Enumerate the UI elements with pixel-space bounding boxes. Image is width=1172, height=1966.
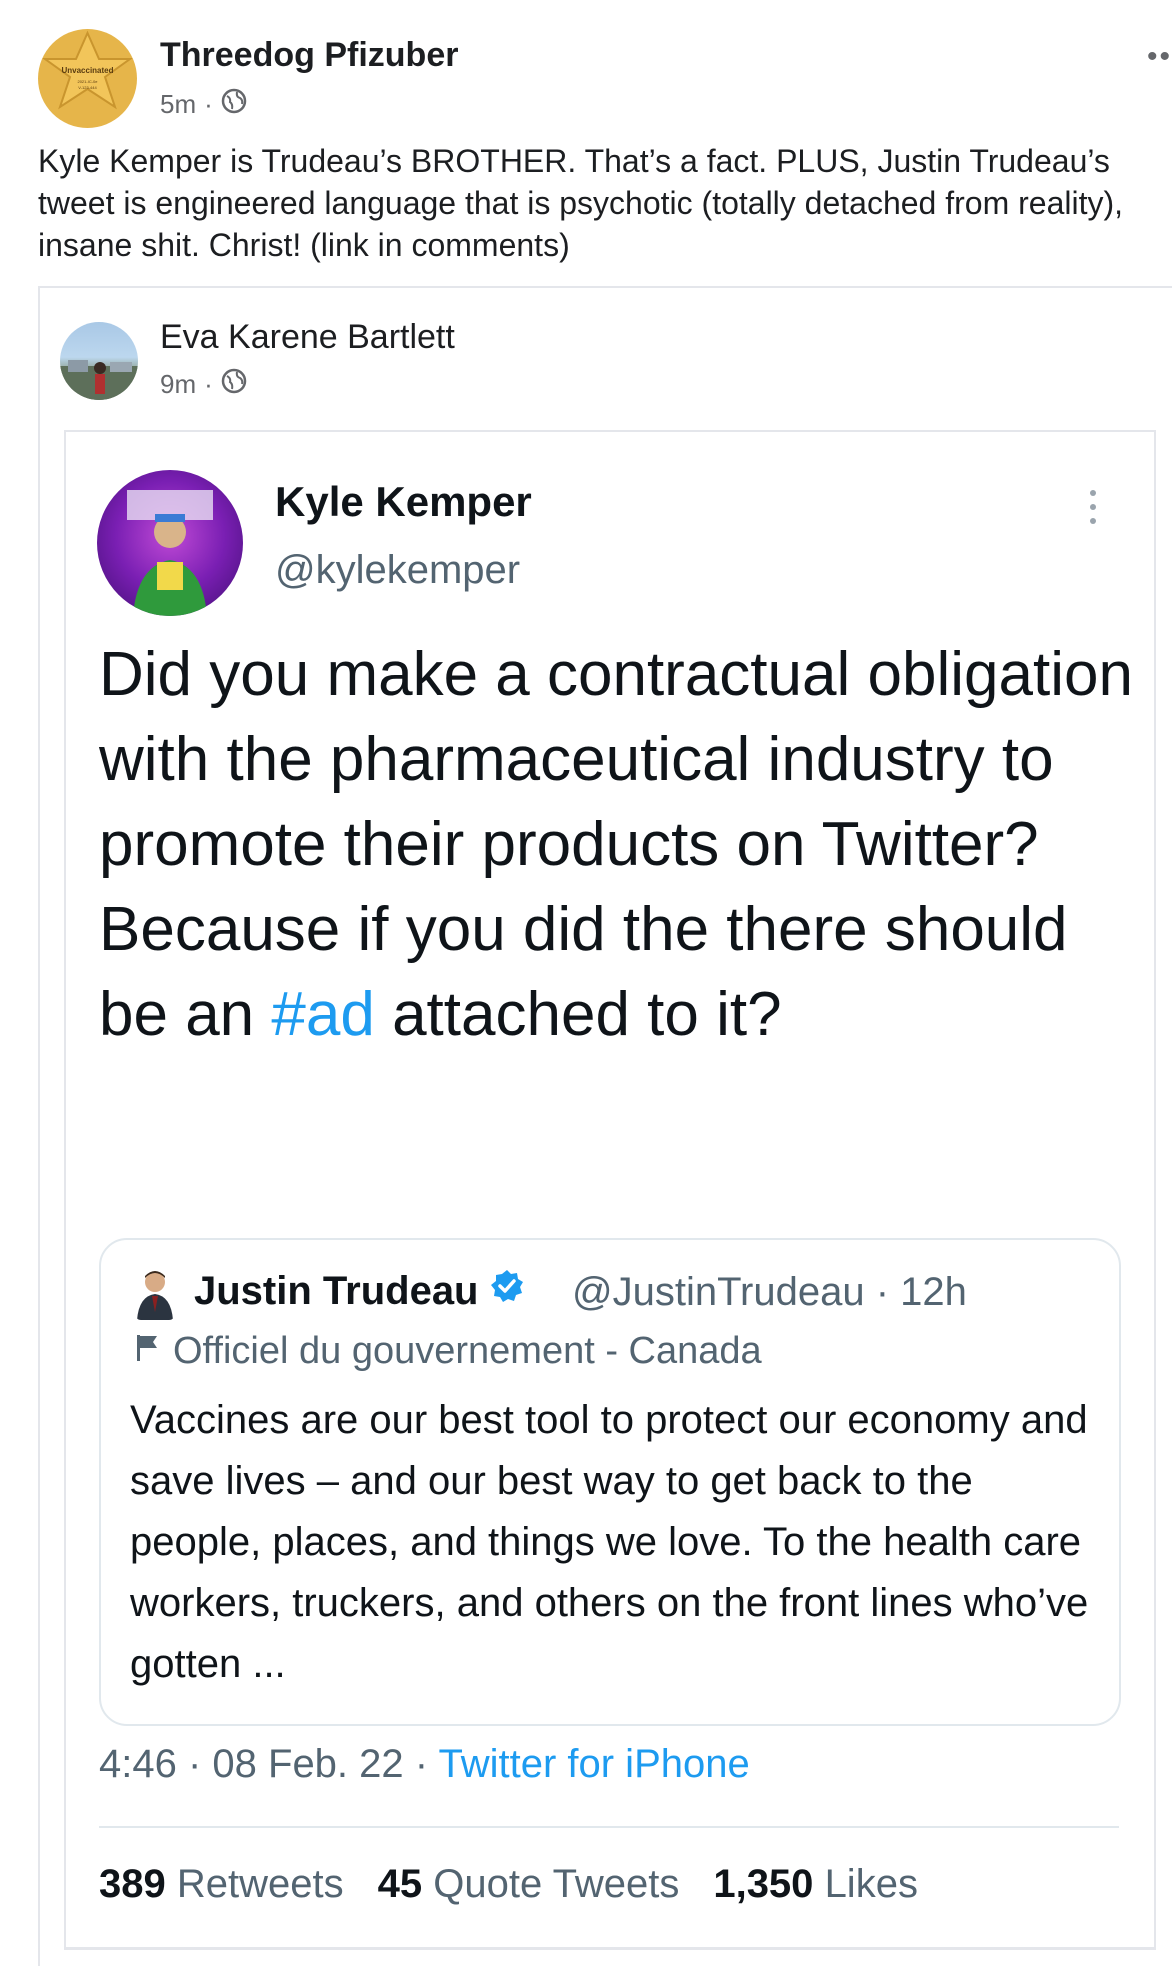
poster-name[interactable]: Threedog Pfizuber — [160, 36, 458, 75]
tweet-body-text-end: attached to it? — [374, 980, 782, 1049]
shared-post-time[interactable]: 9m — [160, 369, 196, 400]
government-label: Officiel du gouvernement - Canada — [135, 1330, 762, 1373]
sharer-name[interactable]: Eva Karene Bartlett — [160, 318, 455, 357]
retweet-count: 389 — [99, 1862, 166, 1906]
tweet-timestamp: 4:46 · 08 Feb. 22 · Twitter for iPhone — [99, 1742, 750, 1787]
facebook-post: Unvaccinated 2021-IC-0e V-123-444 Threed… — [0, 0, 1172, 1966]
retweet-label: Retweets — [176, 1862, 344, 1906]
tweet-author-avatar — [97, 470, 243, 616]
more-options-icon[interactable]: •• — [1147, 40, 1172, 74]
meta-separator: · — [204, 369, 213, 399]
retweet-stat: 389 Retweets — [99, 1862, 344, 1907]
avatar-badge-text: Unvaccinated — [61, 66, 113, 75]
post-text: Kyle Kemper is Trudeau’s BROTHER. That’s… — [38, 143, 1124, 263]
stats-divider — [99, 1826, 1119, 1828]
quoted-author-handle: @JustinTrudeau · 12h — [572, 1270, 967, 1314]
tweet-menu-icon — [1090, 490, 1100, 532]
quoted-author-name: Justin Trudeau — [194, 1268, 479, 1313]
tweet-stats: 389 Retweets 45 Quote Tweets 1,350 Likes — [99, 1862, 918, 1907]
globe-icon — [221, 368, 247, 401]
globe-icon — [221, 88, 247, 121]
tweet-author-handle: @kylekemper — [275, 548, 521, 592]
quote-tweet-label: Quote Tweets — [433, 1862, 680, 1906]
likes-count: 1,350 — [713, 1862, 814, 1906]
flag-icon — [135, 1330, 159, 1373]
sharer-avatar[interactable] — [60, 322, 138, 400]
post-time[interactable]: 5m — [160, 89, 196, 120]
meta-separator: · — [204, 89, 213, 119]
quote-tweet-count: 45 — [377, 1862, 423, 1906]
tweet-source: Twitter for iPhone — [438, 1742, 750, 1786]
avatar-badge-line: V-123-444 — [78, 85, 97, 90]
hashtag-link: #ad — [271, 980, 375, 1049]
quote-tweet-stat: 45 Quote Tweets — [378, 1862, 680, 1907]
tweet-body: Did you make a contractual obligation wi… — [99, 632, 1139, 1057]
tweet-time-text: 4:46 · 08 Feb. 22 · — [99, 1742, 439, 1786]
quoted-author: Justin Trudeau — [194, 1268, 525, 1314]
tweet-author-name: Kyle Kemper — [275, 478, 532, 525]
verified-badge-icon — [489, 1268, 525, 1314]
quoted-author-avatar — [135, 1268, 175, 1320]
poster-avatar[interactable]: Unvaccinated 2021-IC-0e V-123-444 — [38, 29, 137, 128]
government-label-text: Officiel du gouvernement - Canada — [173, 1330, 762, 1372]
quoted-tweet-text: Vaccines are our best tool to protect ou… — [130, 1398, 1089, 1686]
avatar-badge-line: 2021-IC-0e — [77, 79, 98, 84]
likes-stat: 1,350 Likes — [713, 1862, 918, 1907]
shared-post-meta: 9m · — [160, 368, 247, 401]
post-meta: 5m · — [160, 88, 247, 121]
likes-label: Likes — [824, 1862, 918, 1906]
